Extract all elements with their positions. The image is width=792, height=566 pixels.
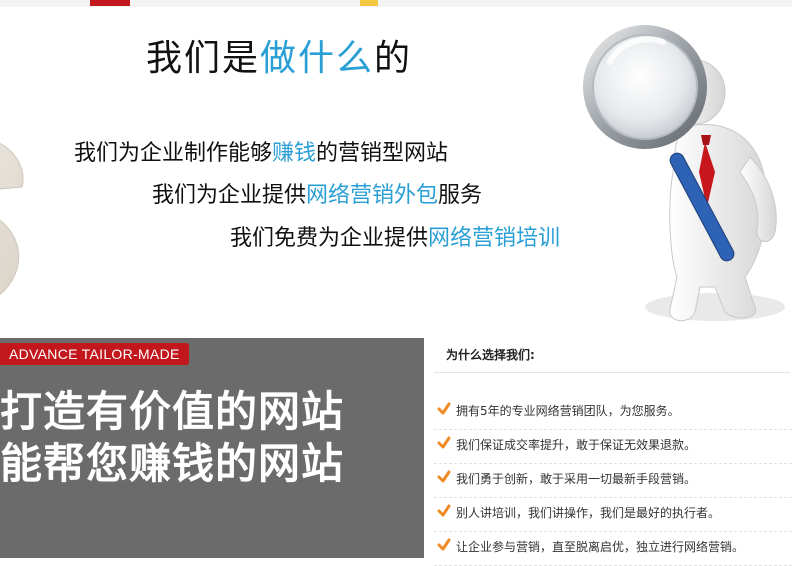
list-item-text: 我们保证成交率提升，敢于保证无效果退款。	[456, 438, 697, 452]
magnifier-figure	[583, 25, 785, 322]
check-icon	[437, 504, 451, 517]
list-item-text: 拥有5年的专业网络营销团队，为您服务。	[456, 404, 680, 418]
top-tab-yellow	[360, 0, 378, 6]
list-item: 别人讲培训，我们讲操作，我们是最好的执行者。	[434, 498, 792, 532]
top-strip	[0, 0, 792, 7]
hero-title: 我们是做什么的	[146, 38, 413, 79]
why-us-title: 为什么选择我们:	[446, 348, 535, 362]
check-icon	[437, 402, 451, 415]
list-item: 我们勇于创新，敢于采用一切最新手段营销。	[434, 464, 792, 498]
check-icon	[437, 436, 451, 449]
hero-section: 我们是做什么的 我们为企业制作能够赚钱的营销型网站 我们为企业提供网络营销外包服…	[0, 7, 792, 338]
reasons-list: 拥有5年的专业网络营销团队，为您服务。 我们保证成交率提升，敢于保证无效果退款。…	[434, 396, 792, 566]
list-item: 拥有5年的专业网络营销团队，为您服务。	[434, 396, 792, 430]
list-item-text: 让企业参与营销，直至脱离启优，独立进行网络营销。	[456, 540, 745, 554]
promo-banner: ADVANCE TAILOR-MADE 打造有价值的网站 能帮您赚钱的网站	[0, 338, 424, 558]
list-item: 让企业参与营销，直至脱离启优，独立进行网络营销。	[434, 532, 792, 566]
hero-line-2: 我们为企业提供网络营销外包服务	[152, 183, 483, 208]
promo-badge: ADVANCE TAILOR-MADE	[0, 343, 189, 365]
dollar-graphic	[0, 143, 24, 296]
top-tab-red	[90, 0, 130, 6]
check-icon	[437, 470, 451, 483]
list-item-text: 别人讲培训，我们讲操作，我们是最好的执行者。	[456, 506, 721, 520]
promo-headline-2: 能帮您赚钱的网站	[0, 439, 345, 488]
why-us-header: 为什么选择我们:	[434, 338, 790, 373]
why-us-panel: 为什么选择我们: 拥有5年的专业网络营销团队，为您服务。 我们保证成交率提升，敢…	[434, 338, 792, 566]
hero-line-1: 我们为企业制作能够赚钱的营销型网站	[74, 141, 449, 166]
hero-line-3: 我们免费为企业提供网络营销培训	[230, 226, 561, 251]
check-icon	[437, 538, 451, 551]
list-item: 我们保证成交率提升，敢于保证无效果退款。	[434, 430, 792, 464]
list-item-text: 我们勇于创新，敢于采用一切最新手段营销。	[456, 472, 697, 486]
